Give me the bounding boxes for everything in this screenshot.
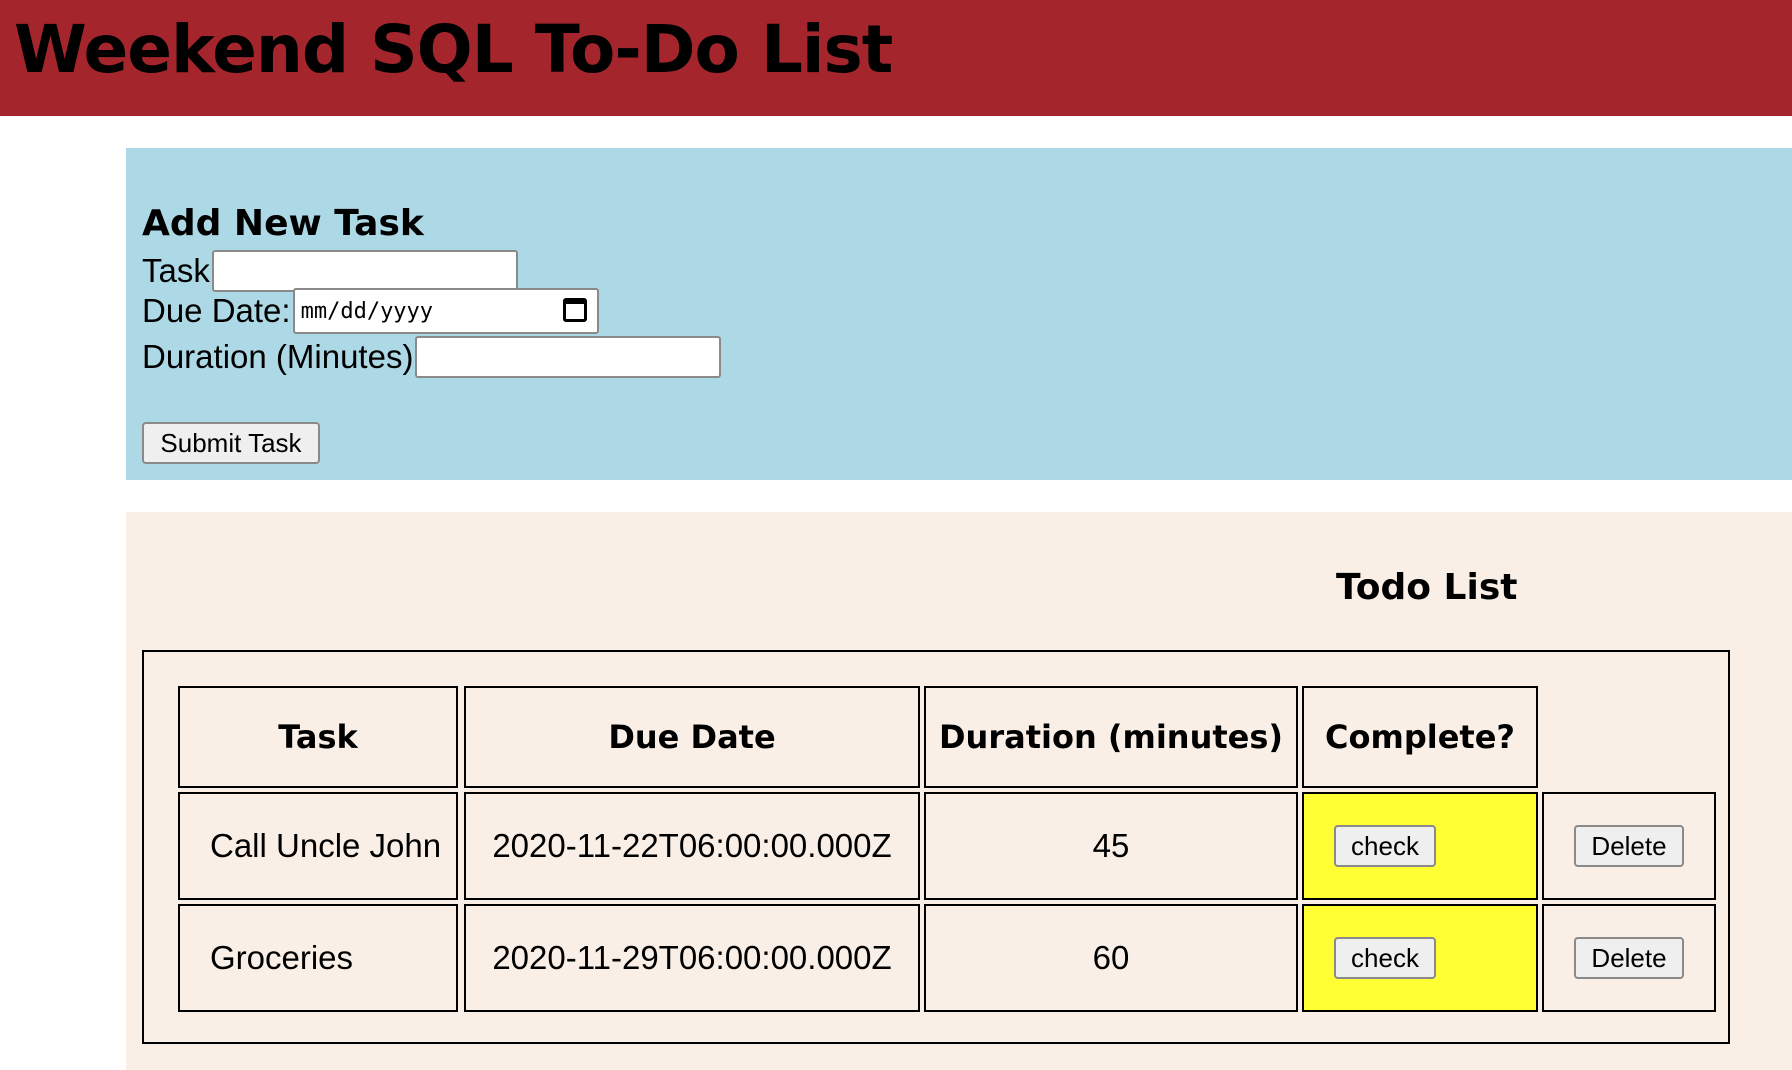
table-cell-task: Groceries [178,904,458,1012]
table-cell-complete: check [1302,792,1538,900]
page-title: Weekend SQL To-Do List [14,11,893,88]
check-button[interactable]: check [1334,937,1436,979]
duration-input[interactable] [415,336,722,378]
delete-button[interactable]: Delete [1574,937,1684,979]
column-header-due-date: Due Date [464,686,920,788]
duration-row: Duration (Minutes) [142,336,722,378]
todo-list-section: Todo List Task Due Date Duration (minute… [126,512,1792,1070]
submit-task-button[interactable]: Submit Task [142,422,320,464]
task-input[interactable] [211,250,518,292]
table-cell-due-date: 2020-11-22T06:00:00.000Z [464,792,920,900]
table-cell-delete: Delete [1542,792,1716,900]
check-button[interactable]: check [1334,825,1436,867]
due-date-row: Due Date: mm/dd/yyyy [142,288,599,334]
table-cell-complete: check [1302,904,1538,1012]
table-cell-duration: 45 [924,792,1298,900]
add-task-heading: Add New Task [142,203,424,244]
table-cell-delete: Delete [1542,904,1716,1012]
page-header: Weekend SQL To-Do List [0,0,1792,116]
todo-table: Task Due Date Duration (minutes) Complet… [142,650,1730,1044]
duration-label: Duration (Minutes) [142,338,414,375]
task-label: Task [142,252,210,289]
table-cell-task: Call Uncle John [178,792,458,900]
due-date-input[interactable]: mm/dd/yyyy [292,288,599,334]
due-date-placeholder: mm/dd/yyyy [300,298,434,324]
column-header-task: Task [178,686,458,788]
todo-list-heading: Todo List [1336,567,1518,608]
task-row: Task [142,250,518,292]
calendar-icon[interactable] [562,298,587,322]
delete-button[interactable]: Delete [1574,825,1684,867]
table-cell-due-date: 2020-11-29T06:00:00.000Z [464,904,920,1012]
column-header-duration: Duration (minutes) [924,686,1298,788]
due-date-label: Due Date: [142,292,291,329]
table-cell-duration: 60 [924,904,1298,1012]
column-header-complete: Complete? [1302,686,1538,788]
add-task-section: Add New Task Task Due Date: mm/dd/yyyy D… [126,148,1792,480]
